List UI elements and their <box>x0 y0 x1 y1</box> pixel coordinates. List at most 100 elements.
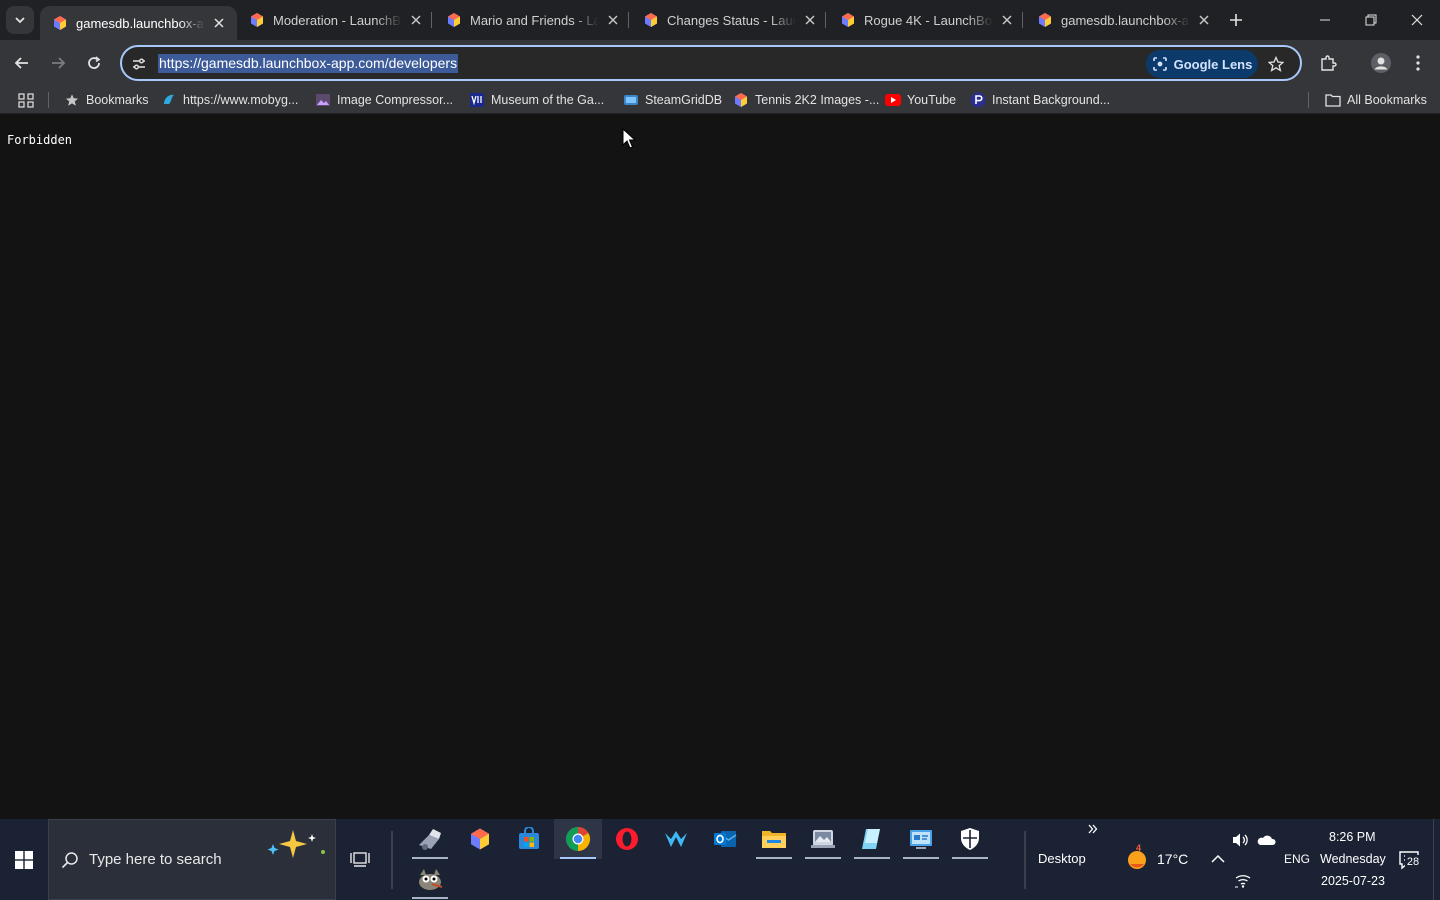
extensions-button[interactable] <box>1312 47 1344 79</box>
close-window-button[interactable] <box>1394 0 1440 40</box>
minimize-icon <box>1320 19 1330 21</box>
close-icon[interactable] <box>211 15 227 31</box>
bookmark-item[interactable]: Museum of the Ga... <box>469 88 604 112</box>
bookmark-item[interactable]: https://www.mobyg... <box>161 88 298 112</box>
taskbar-app-gallery[interactable] <box>799 819 847 859</box>
instant-bg-icon <box>970 92 986 108</box>
back-button[interactable] <box>6 47 38 79</box>
tab-search-button[interactable] <box>6 6 34 34</box>
bookmark-label: YouTube <box>907 93 957 107</box>
tab-3[interactable]: Mario and Friends - LaunchBox Games Data… <box>434 0 631 40</box>
volume-icon[interactable] <box>1230 829 1252 851</box>
close-icon[interactable] <box>605 12 621 28</box>
taskbar-app-launchbox[interactable] <box>456 819 504 859</box>
bookmark-item[interactable]: SteamGridDB <box>623 88 722 112</box>
launchbox-favicon-icon <box>448 13 460 27</box>
launchbox-favicon-icon <box>645 13 657 27</box>
taskbar-app-gimp-tool[interactable] <box>406 819 454 859</box>
bookmark-item[interactable]: Bookmarks <box>64 88 149 112</box>
clock-date[interactable]: 2025-07-23 <box>1321 874 1385 888</box>
tab-5[interactable]: Rogue 4K - LaunchBox Games Database <box>828 0 1025 40</box>
youtube-icon <box>885 92 901 108</box>
launchbox-favicon-icon <box>1039 13 1051 27</box>
restore-icon <box>1365 14 1377 26</box>
tab-1[interactable]: gamesdb.launchbox-app.com/developers <box>40 6 237 40</box>
taskbar-app-chrome[interactable] <box>554 819 602 859</box>
tab-separator <box>825 12 826 28</box>
windows-taskbar: Type here to search Desktop 4 17°C ENG 8… <box>0 819 1440 900</box>
clock-time[interactable]: 8:26 PM <box>1329 830 1376 844</box>
close-icon[interactable] <box>802 12 818 28</box>
tab-2[interactable]: Moderation - LaunchBox Games Database <box>237 0 434 40</box>
kebab-menu-icon <box>1416 55 1420 71</box>
taskbar-app-bird[interactable] <box>652 819 700 859</box>
restore-button[interactable] <box>1348 0 1394 40</box>
running-indicator <box>854 857 890 859</box>
gimp-icon <box>419 869 443 890</box>
start-button[interactable] <box>0 819 48 900</box>
bookmark-item[interactable]: Image Compressor... <box>315 88 453 112</box>
google-lens-button[interactable]: Google Lens <box>1146 50 1258 78</box>
show-desktop-button[interactable] <box>1433 819 1440 900</box>
all-bookmarks-button[interactable]: All Bookmarks <box>1325 88 1427 112</box>
steamgriddb-icon <box>623 92 639 108</box>
url-text[interactable]: https://gamesdb.launchbox-app.com/develo… <box>158 54 459 73</box>
taskbar-app-notes[interactable] <box>848 819 896 859</box>
bookmark-label: Bookmarks <box>86 93 149 107</box>
close-icon[interactable] <box>999 12 1015 28</box>
clock-day[interactable]: Wednesday <box>1320 852 1386 866</box>
browser-menu-button[interactable] <box>1402 47 1434 79</box>
control-panel-icon <box>910 830 932 849</box>
reload-button[interactable] <box>78 47 110 79</box>
task-view-button[interactable] <box>342 843 378 875</box>
address-bar[interactable]: https://gamesdb.launchbox-app.com/develo… <box>120 45 1302 81</box>
taskbar-app-microsoft-store[interactable] <box>505 819 553 859</box>
chevron-double-right-icon[interactable] <box>1085 821 1101 837</box>
notes-icon <box>862 829 880 849</box>
chrome-icon <box>565 827 591 851</box>
site-info-icon[interactable] <box>128 53 150 75</box>
weather-temperature[interactable]: 17°C <box>1157 851 1188 867</box>
arrow-right-icon <box>52 57 66 69</box>
profile-button[interactable] <box>1365 47 1397 79</box>
running-indicator <box>756 857 792 859</box>
new-tab-button[interactable] <box>1222 6 1250 34</box>
outlook-icon <box>714 831 737 847</box>
taskbar-app-opera[interactable] <box>603 819 651 859</box>
bookmark-item[interactable]: Tennis 2K2 Images -... <box>733 88 879 112</box>
tab-4[interactable]: Changes Status - LaunchBox Games Databas… <box>631 0 828 40</box>
running-indicator <box>560 857 596 859</box>
taskbar-app-gimp[interactable] <box>406 859 454 899</box>
network-icon[interactable] <box>1233 870 1253 890</box>
store-icon <box>519 827 539 849</box>
taskbar-app-file-explorer[interactable] <box>750 819 798 859</box>
bookmark-label: Tennis 2K2 Images -... <box>755 93 880 107</box>
taskbar-app-control-panel[interactable] <box>897 819 945 859</box>
taskbar-app-security[interactable] <box>946 819 994 859</box>
close-icon[interactable] <box>408 12 424 28</box>
desktop-toolbar-label[interactable]: Desktop <box>1038 851 1086 866</box>
folder-icon <box>1325 92 1341 108</box>
bookmarks-bar: Bookmarks https://www.mobyg... Image Com… <box>0 86 1440 114</box>
bookmark-item[interactable]: Instant Background... <box>970 88 1110 112</box>
taskbar-search[interactable]: Type here to search <box>48 819 336 900</box>
input-language[interactable]: ENG <box>1284 852 1310 866</box>
mouse-pointer-icon <box>622 128 636 149</box>
taskbar-app-outlook[interactable] <box>701 819 749 859</box>
browser-toolbar: https://gamesdb.launchbox-app.com/develo… <box>0 40 1440 86</box>
lens-icon <box>1152 57 1167 71</box>
minimize-button[interactable] <box>1302 0 1348 40</box>
show-hidden-icons-button[interactable] <box>1208 849 1228 869</box>
tab-6[interactable]: gamesdb.launchbox-app.com/developers <box>1025 0 1222 40</box>
apps-button[interactable] <box>18 88 34 112</box>
running-indicator <box>412 897 448 899</box>
search-placeholder: Type here to search <box>89 851 222 868</box>
bookmark-star-button[interactable] <box>1264 53 1288 75</box>
tab-separator <box>1022 12 1023 28</box>
bookmark-item[interactable]: YouTube <box>885 88 956 112</box>
close-icon[interactable] <box>1196 12 1212 28</box>
forward-button[interactable] <box>42 47 74 79</box>
onedrive-icon[interactable] <box>1255 831 1277 849</box>
avatar <box>1371 53 1391 73</box>
bookmark-label: https://www.mobyg... <box>183 93 299 107</box>
